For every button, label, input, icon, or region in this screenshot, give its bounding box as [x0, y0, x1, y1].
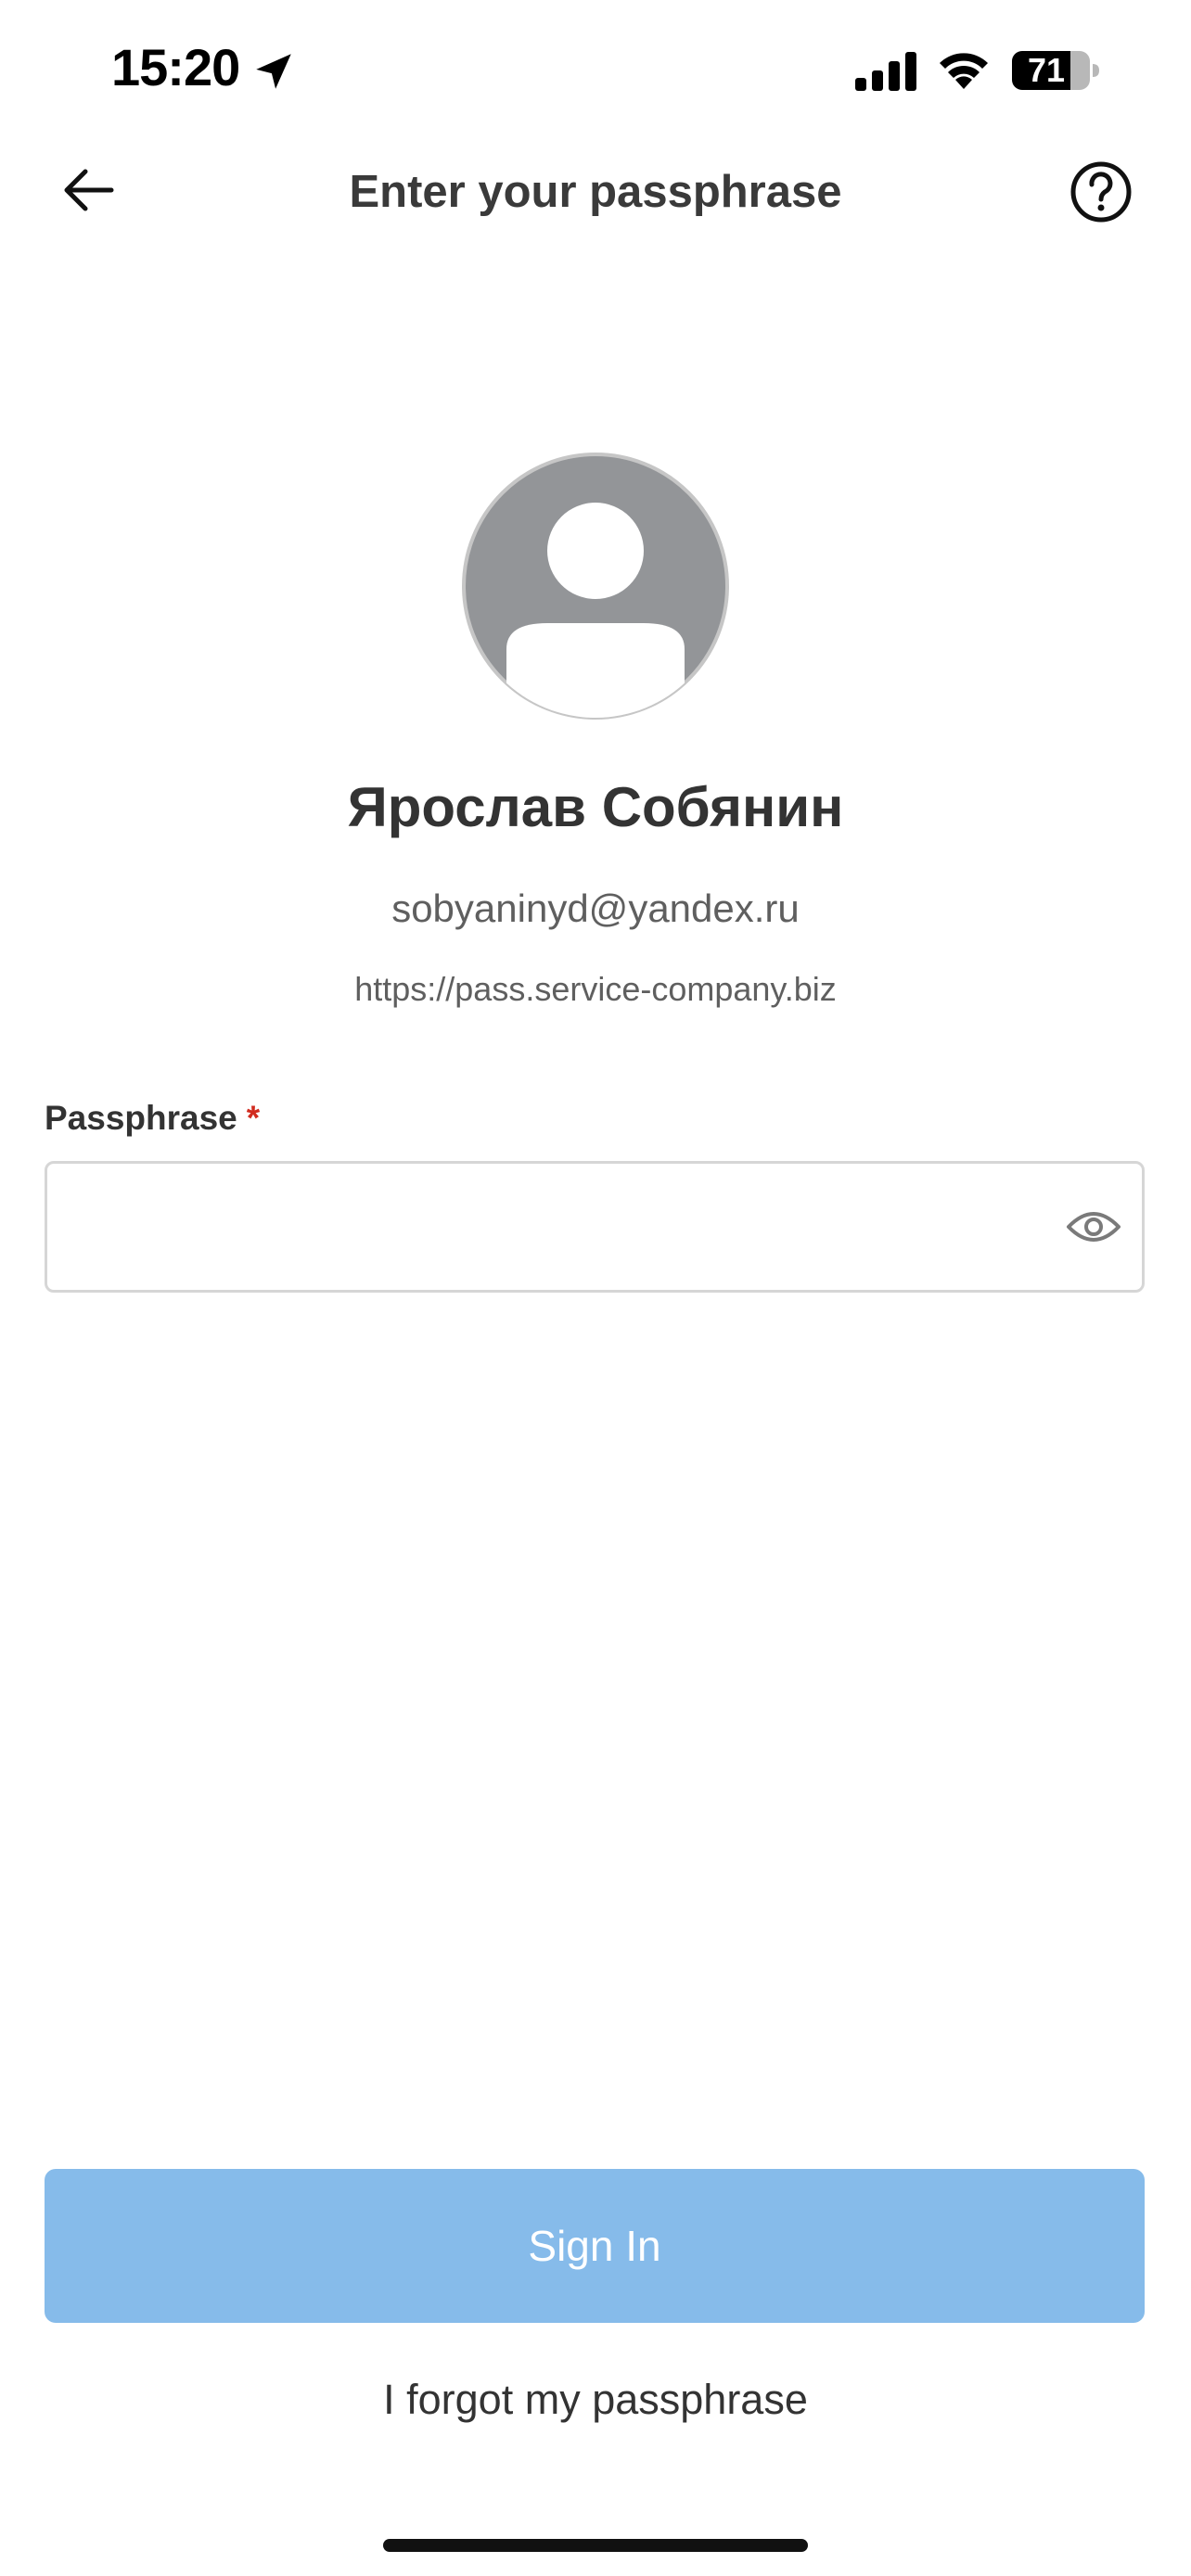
- battery-level: 71: [1027, 51, 1066, 89]
- sign-in-button[interactable]: Sign In: [45, 2169, 1145, 2323]
- forgot-passphrase-link[interactable]: I forgot my passphrase: [0, 2376, 1191, 2424]
- eye-icon: [1067, 1212, 1121, 1242]
- passphrase-input[interactable]: [75, 1164, 1006, 1292]
- status-time: 15:20: [111, 38, 240, 96]
- server-url: https://pass.service-company.biz: [354, 970, 837, 1008]
- page-title: Enter your passphrase: [349, 167, 842, 217]
- arrow-left-icon: [64, 169, 114, 211]
- location-arrow-icon: [256, 54, 291, 89]
- passphrase-label-text: Passphrase: [45, 1099, 237, 1137]
- default-user-avatar-icon: [462, 453, 729, 720]
- help-button[interactable]: [1069, 159, 1133, 224]
- passphrase-label: Passphrase *: [45, 1099, 260, 1138]
- user-name: Ярослав Собянин: [347, 776, 844, 838]
- back-button[interactable]: [56, 158, 121, 223]
- toggle-visibility-button[interactable]: [1064, 1199, 1123, 1255]
- cellular-signal-icon: [855, 52, 916, 91]
- status-bar: 15:20 71: [0, 0, 1191, 139]
- wifi-icon: [940, 53, 988, 89]
- user-email: sobyaninyd@yandex.ru: [391, 886, 800, 930]
- passphrase-field: [45, 1161, 1145, 1293]
- question-circle-icon: [1070, 161, 1132, 223]
- home-indicator: [383, 2539, 808, 2552]
- required-indicator: *: [246, 1099, 261, 1137]
